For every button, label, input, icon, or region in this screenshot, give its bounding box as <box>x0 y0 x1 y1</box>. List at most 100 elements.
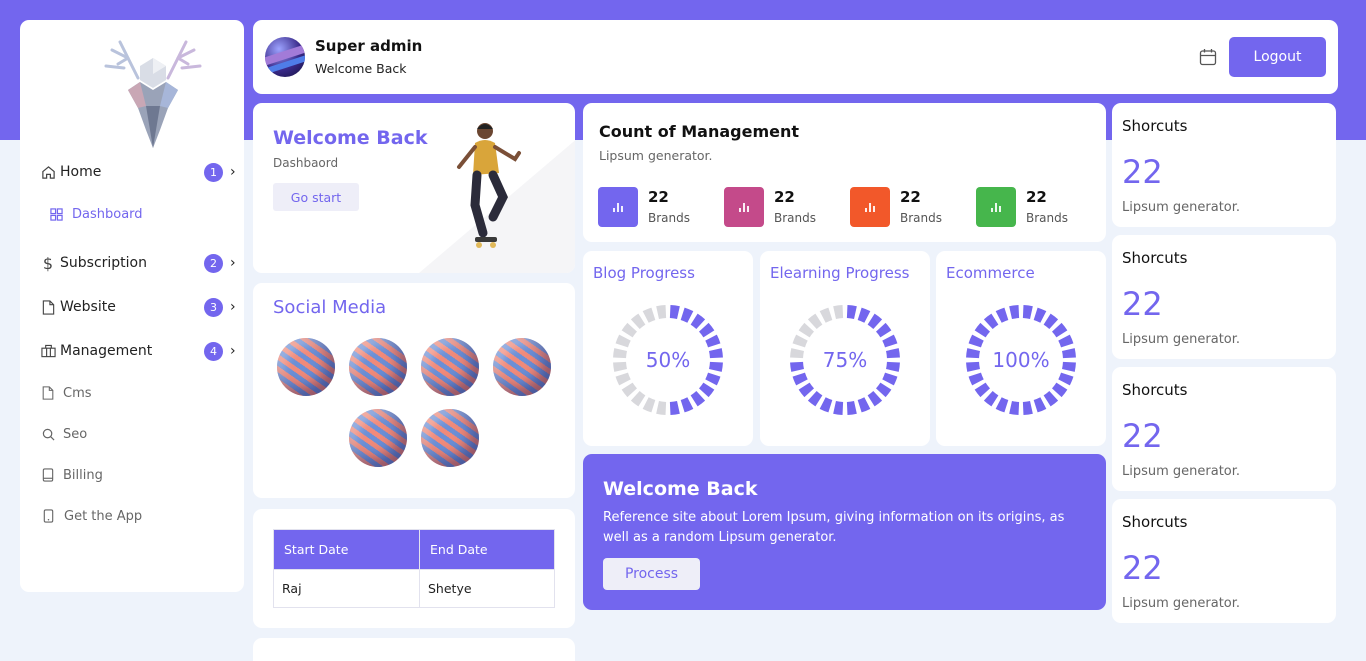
progress-segment <box>857 397 871 413</box>
stat-value: 22 <box>648 188 669 206</box>
grid-icon <box>48 206 64 222</box>
partial-card <box>253 638 575 661</box>
stat-label: Brands <box>648 211 690 225</box>
chevron-right-icon[interactable]: › <box>230 299 236 315</box>
welcome-card: Welcome Back Dashbaord Go start <box>253 103 575 273</box>
social-avatar[interactable] <box>421 338 479 396</box>
shortcut-card[interactable]: Shorcuts 22 Lipsum generator. <box>1112 103 1336 227</box>
deer-logo-icon <box>104 40 202 148</box>
progress-segment <box>833 401 844 415</box>
progress-segment <box>1052 322 1068 338</box>
ecommerce-progress-card: Ecommerce 100% <box>936 251 1106 446</box>
card-title: Count of Management <box>599 122 800 141</box>
progress-segment <box>867 313 883 329</box>
management-count-card: Count of Management Lipsum generator. 22… <box>583 103 1106 242</box>
sidebar-item-website[interactable]: Website 3 › <box>40 292 236 322</box>
progress-segment <box>630 391 646 407</box>
sidebar: Home 1 › Dashboard $ Subscription 2 › We… <box>20 20 244 592</box>
bar-chart-icon <box>850 187 890 227</box>
progress-segment <box>630 313 646 329</box>
social-avatar[interactable] <box>349 409 407 467</box>
stat-label: Brands <box>1026 211 1068 225</box>
progress-segment <box>876 382 892 398</box>
sidebar-item-dashboard[interactable]: Dashboard <box>48 199 232 229</box>
shortcut-value: 22 <box>1122 153 1163 191</box>
progress-segment <box>699 382 715 398</box>
shortcut-card[interactable]: Shorcuts 22 Lipsum generator. <box>1112 367 1336 491</box>
progress-segment <box>790 361 804 372</box>
shortcut-card[interactable]: Shorcuts 22 Lipsum generator. <box>1112 499 1336 623</box>
progress-segment <box>1052 382 1068 398</box>
social-avatar[interactable] <box>493 338 551 396</box>
banner-title: Welcome Back <box>603 478 758 500</box>
progress-segment <box>846 401 857 415</box>
calendar-icon[interactable] <box>1199 48 1217 66</box>
file-icon <box>40 299 56 315</box>
book-icon <box>40 467 56 483</box>
bar-chart-icon <box>724 187 764 227</box>
social-title: Social Media <box>273 297 387 318</box>
sidebar-item-subscription[interactable]: $ Subscription 2 › <box>40 248 236 278</box>
skateboarder-illustration <box>457 123 521 248</box>
social-avatar[interactable] <box>349 338 407 396</box>
phone-icon <box>40 508 56 524</box>
progress-segment <box>966 361 980 372</box>
sidebar-item-label: Seo <box>63 426 88 442</box>
progress-segment <box>968 372 984 386</box>
chevron-right-icon[interactable]: › <box>230 164 236 180</box>
dollar-icon: $ <box>42 253 54 273</box>
progress-segment <box>995 307 1009 323</box>
progress-segment <box>705 372 721 386</box>
sidebar-item-cms[interactable]: Cms <box>40 378 224 408</box>
logout-button[interactable]: Logout <box>1229 37 1326 77</box>
shortcut-title: Shorcuts <box>1122 513 1188 531</box>
blog-progress-card: Blog Progress 50% <box>583 251 753 446</box>
social-avatar[interactable] <box>421 409 479 467</box>
progress-segment <box>882 334 898 348</box>
sidebar-item-label: Get the App <box>64 508 143 524</box>
progress-segment <box>709 348 723 359</box>
progress-segment <box>792 372 808 386</box>
shortcut-title: Shorcuts <box>1122 117 1188 135</box>
progress-segment <box>1033 397 1047 413</box>
progress-segment <box>857 307 871 323</box>
progress-value: 100% <box>992 348 1049 372</box>
progress-ring: 50% <box>613 305 723 415</box>
progress-segment <box>1009 305 1020 319</box>
go-start-button[interactable]: Go start <box>273 183 359 211</box>
progress-segment <box>613 348 627 359</box>
progress-segment <box>876 322 892 338</box>
count-badge: 3 <box>204 297 223 317</box>
sidebar-item-home[interactable]: Home 1 › <box>40 157 236 187</box>
process-button[interactable]: Process <box>603 558 700 590</box>
sidebar-item-billing[interactable]: Billing <box>40 460 224 490</box>
progress-segment <box>690 313 706 329</box>
sidebar-item-label: Website <box>60 299 116 315</box>
shortcut-card[interactable]: Shorcuts 22 Lipsum generator. <box>1112 235 1336 359</box>
column-header: Start Date <box>273 529 420 570</box>
social-avatar[interactable] <box>277 338 335 396</box>
sidebar-item-label: Dashboard <box>72 206 143 222</box>
stat-item: 22 Brands <box>976 187 1096 227</box>
welcome-banner: Welcome Back Reference site about Lorem … <box>583 454 1106 610</box>
chevron-right-icon[interactable]: › <box>230 255 236 271</box>
bar-chart-icon <box>976 187 1016 227</box>
progress-segment <box>642 307 656 323</box>
progress-segment <box>974 382 990 398</box>
table-cell: Shetye <box>419 569 555 608</box>
sidebar-item-seo[interactable]: Seo <box>40 419 224 449</box>
stat-label: Brands <box>774 211 816 225</box>
progress-segment <box>807 391 823 407</box>
search-icon <box>40 426 56 442</box>
progress-segment <box>882 372 898 386</box>
sidebar-item-management[interactable]: Management 4 › <box>40 336 236 366</box>
progress-segment <box>699 322 715 338</box>
progress-segment <box>1022 401 1033 415</box>
progress-segment <box>819 307 833 323</box>
shortcut-title: Shorcuts <box>1122 249 1188 267</box>
sidebar-item-get-the-app[interactable]: Get the App <box>40 501 224 531</box>
chevron-right-icon[interactable]: › <box>230 343 236 359</box>
progress-segment <box>705 334 721 348</box>
progress-ring: 100% <box>966 305 1076 415</box>
avatar[interactable] <box>265 37 305 77</box>
